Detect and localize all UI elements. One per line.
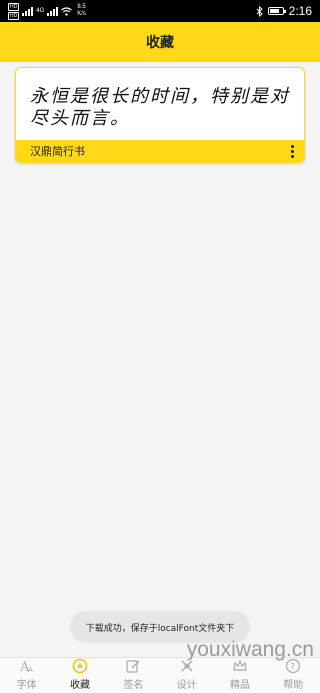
toast-message: 下载成功，保存于localFont文件夹下 <box>70 611 250 643</box>
nav-label-font: 字体 <box>16 680 37 691</box>
nav-item-design[interactable]: 设计 <box>160 658 213 693</box>
font-name: 汉鼎简行书 <box>30 145 85 158</box>
clock: 2:16 <box>288 4 312 18</box>
nav-item-favorite[interactable]: 收藏 <box>53 658 106 693</box>
svg-text:?: ? <box>290 663 295 673</box>
nav-label-help: 帮助 <box>283 680 304 691</box>
font-icon: AA <box>19 660 33 674</box>
svg-text:A: A <box>28 666 33 674</box>
premium-icon <box>233 659 247 671</box>
favorite-font-card[interactable]: 永恒是很长的时间，特别是对尽头而言。 汉鼎简行书 <box>15 67 305 163</box>
wifi-icon <box>61 6 73 16</box>
sim2-badge: HD <box>8 11 20 20</box>
nav-item-premium[interactable]: 精品 <box>213 658 266 693</box>
nav-item-font[interactable]: AA 字体 <box>0 658 53 693</box>
network-speed: 8.5 K/s <box>77 4 86 18</box>
speed-value: 8.5 <box>77 4 86 10</box>
font-preview-text: 永恒是很长的时间，特别是对尽头而言。 <box>30 86 290 129</box>
speed-unit: K/s <box>77 11 86 17</box>
bluetooth-icon <box>256 5 263 17</box>
sim1-badge: HD <box>8 2 20 11</box>
nav-label-signature: 签名 <box>123 680 144 691</box>
help-icon: ? <box>286 658 301 674</box>
card-footer: 汉鼎简行书 <box>16 140 304 162</box>
nav-label-favorite: 收藏 <box>69 680 90 691</box>
signal-icon-2 <box>47 6 59 16</box>
bottom-nav: AA 字体 收藏 签名 设计 精品 ? 帮助 <box>0 657 320 693</box>
app-header: 收藏 <box>0 22 320 62</box>
signal-icon <box>22 6 34 16</box>
network-type: 4G <box>36 8 45 14</box>
nav-label-premium: 精品 <box>229 680 250 691</box>
favorite-icon <box>72 658 88 674</box>
nav-label-design: 设计 <box>176 680 197 691</box>
edit-icon <box>126 660 140 673</box>
nav-item-signature[interactable]: 签名 <box>107 658 160 693</box>
nav-item-help[interactable]: ? 帮助 <box>267 658 320 693</box>
status-bar: HD HD 4G 8.5 K/s 2:16 <box>0 0 320 22</box>
page-title: 收藏 <box>146 35 174 51</box>
battery-icon <box>267 7 286 15</box>
more-options-icon[interactable] <box>286 142 298 160</box>
design-icon <box>181 660 193 672</box>
